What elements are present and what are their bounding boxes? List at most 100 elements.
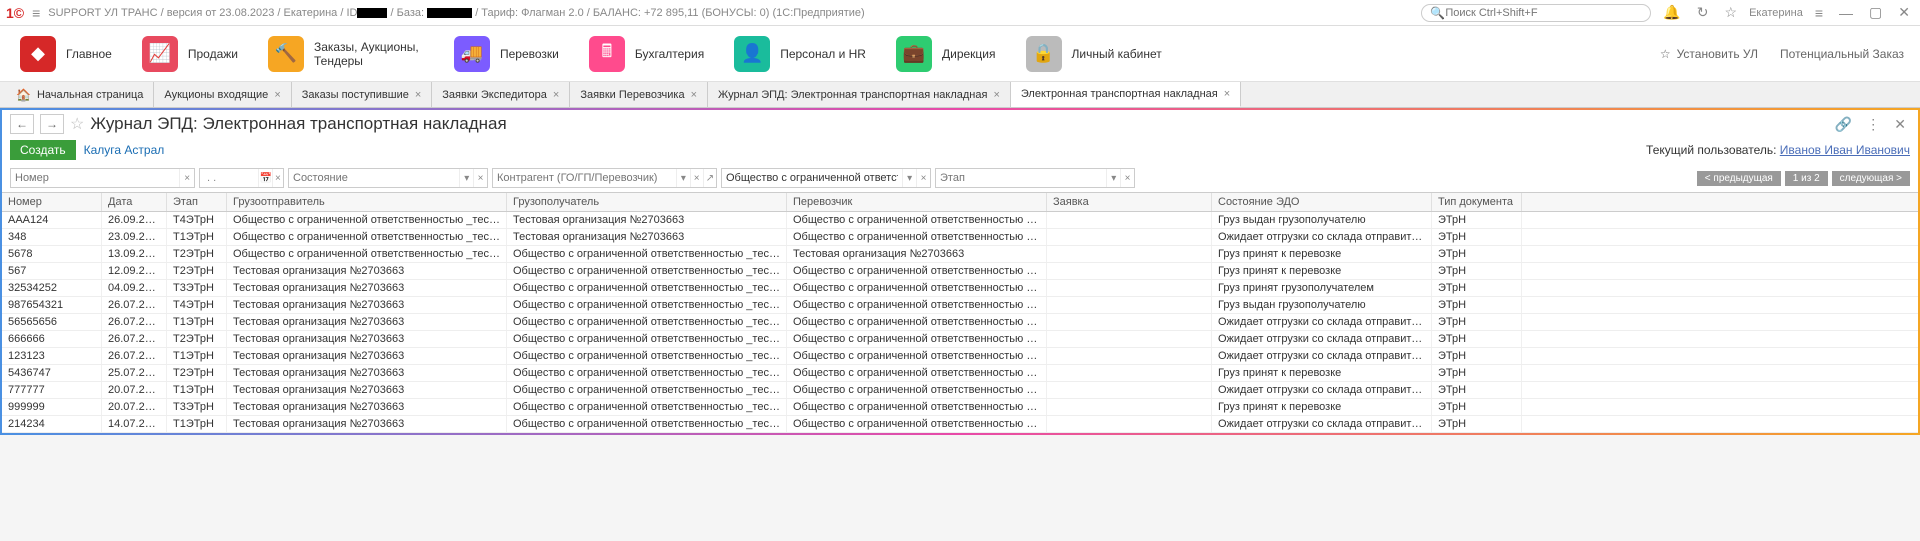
col-carrier[interactable]: Перевозчик <box>787 193 1047 211</box>
filter-date-input[interactable] <box>200 172 258 184</box>
table-row[interactable]: 34823.09.2023Т1ЭТрНОбщество с ограниченн… <box>2 229 1918 246</box>
cell-request <box>1047 382 1212 398</box>
table-row[interactable]: 99999920.07.2023Т3ЭТрНТестовая организац… <box>2 399 1918 416</box>
nav-бухгалтерия[interactable]: 🖩Бухгалтерия <box>575 32 718 76</box>
create-button[interactable]: Создать <box>10 140 76 160</box>
col-stage[interactable]: Этап <box>167 193 227 211</box>
clear-icon[interactable]: × <box>473 169 487 187</box>
table-row[interactable]: AAA12426.09.2023Т4ЭТрНОбщество с огранич… <box>2 212 1918 229</box>
nav-дирекция[interactable]: 💼Дирекция <box>882 32 1010 76</box>
install-ul-button[interactable]: ☆ Установить УЛ <box>1650 43 1768 65</box>
filter-state-input[interactable] <box>289 172 459 184</box>
open-icon[interactable]: ↗ <box>703 169 716 187</box>
filter-state[interactable]: ▾ × <box>288 168 488 188</box>
tab-журнал-эпд-электронная-транспортная-накладная[interactable]: Журнал ЭПД: Электронная транспортная нак… <box>708 82 1011 107</box>
filter-number-input[interactable] <box>11 172 179 184</box>
col-number[interactable]: Номер <box>2 193 102 211</box>
table-row[interactable]: 98765432126.07.2023Т4ЭТрНТестовая органи… <box>2 297 1918 314</box>
dropdown-icon[interactable]: ▾ <box>676 169 689 187</box>
col-shipper[interactable]: Грузоотправитель <box>227 193 507 211</box>
clear-icon[interactable]: × <box>690 169 703 187</box>
nav-forward-button[interactable]: → <box>40 114 64 134</box>
col-edo-state[interactable]: Состояние ЭДО <box>1212 193 1432 211</box>
pager-prev-button[interactable]: < предыдущая <box>1697 171 1781 186</box>
page-close-icon[interactable]: ✕ <box>1890 116 1910 133</box>
window-close-icon[interactable]: ✕ <box>1894 4 1914 21</box>
tab-close-icon[interactable]: × <box>993 89 999 101</box>
filter-counterparty-input[interactable] <box>493 172 676 184</box>
table-row[interactable]: 5656565626.07.2023Т1ЭТрНТестовая организ… <box>2 314 1918 331</box>
table-row[interactable]: 56712.09.2023Т2ЭТрНТестовая организация … <box>2 263 1918 280</box>
cell-carrier: Общество с ограниченной ответственностью… <box>787 229 1047 245</box>
filter-organization[interactable]: ▾ × <box>721 168 931 188</box>
tab-заявки-экспедитора[interactable]: Заявки Экспедитора× <box>432 82 570 107</box>
window-minimize-icon[interactable]: — <box>1835 5 1857 21</box>
kaluga-astral-link[interactable]: Калуга Астрал <box>84 143 165 157</box>
tab-close-icon[interactable]: × <box>553 89 559 101</box>
cell-carrier: Общество с ограниченной ответственностью… <box>787 263 1047 279</box>
tab-close-icon[interactable]: × <box>415 89 421 101</box>
dropdown-icon[interactable]: ▾ <box>1106 169 1120 187</box>
nav-главное[interactable]: ◆Главное <box>6 32 126 76</box>
tab-close-icon[interactable]: × <box>274 89 280 101</box>
favorite-icon[interactable]: ☆ <box>1721 4 1742 21</box>
col-doctype[interactable]: Тип документа <box>1432 193 1522 211</box>
search-input[interactable] <box>1445 7 1642 19</box>
calendar-icon[interactable]: 📅 <box>258 169 271 187</box>
clear-icon[interactable]: × <box>916 169 930 187</box>
link-icon[interactable]: 🔗 <box>1831 116 1856 133</box>
table-row[interactable]: 77777720.07.2023Т1ЭТрНТестовая организац… <box>2 382 1918 399</box>
col-consignee[interactable]: Грузополучатель <box>507 193 787 211</box>
cell-date: 13.09.2023 <box>102 246 167 262</box>
clear-icon[interactable]: × <box>272 169 283 187</box>
filter-number[interactable]: × <box>10 168 195 188</box>
tab-заказы-поступившие[interactable]: Заказы поступившие× <box>292 82 433 107</box>
more-icon[interactable]: ⋮ <box>1862 116 1884 133</box>
filter-row: × 📅 × ▾ × ▾ × ↗ ▾ × ▾ × < предыд <box>2 166 1918 192</box>
table-row[interactable]: 3253425204.09.2023Т3ЭТрНТестовая организ… <box>2 280 1918 297</box>
page-favorite-icon[interactable]: ☆ <box>70 114 84 134</box>
tab-заявки-перевозчика[interactable]: Заявки Перевозчика × <box>570 82 708 107</box>
filter-counterparty[interactable]: ▾ × ↗ <box>492 168 717 188</box>
cell-shipper: Тестовая организация №2703663 <box>227 399 507 415</box>
nav-back-button[interactable]: ← <box>10 114 34 134</box>
filter-organization-input[interactable] <box>722 172 902 184</box>
col-date[interactable]: Дата <box>102 193 167 211</box>
filter-date[interactable]: 📅 × <box>199 168 284 188</box>
table-row[interactable]: 21423414.07.2023Т1ЭТрНТестовая организац… <box>2 416 1918 433</box>
global-search[interactable]: 🔍 <box>1421 4 1651 22</box>
cell-stage: Т1ЭТрН <box>167 229 227 245</box>
tab-аукционы-входящие[interactable]: Аукционы входящие× <box>154 82 291 107</box>
nav-label: Перевозки <box>500 47 559 61</box>
nav-личный-кабинет[interactable]: 🔒Личный кабинет <box>1012 32 1176 76</box>
current-user-link[interactable]: Иванов Иван Иванович <box>1780 143 1910 157</box>
nav-заказы-аукционы-тендеры[interactable]: 🔨Заказы, Аукционы, Тендеры <box>254 32 438 76</box>
potential-order-button[interactable]: Потенциальный Заказ <box>1770 43 1914 65</box>
filter-stage-input[interactable] <box>936 172 1106 184</box>
bell-icon[interactable]: 🔔 <box>1659 4 1684 21</box>
table-row[interactable]: 12312326.07.2023Т1ЭТрНТестовая организац… <box>2 348 1918 365</box>
tab-label: Заявки Перевозчика <box>580 89 684 101</box>
cell-edo-state: Ожидает отгрузки со склада отправителя <box>1212 416 1432 432</box>
tab-close-icon[interactable]: × <box>691 89 697 101</box>
dropdown-icon[interactable]: ▾ <box>902 169 916 187</box>
history-icon[interactable]: ↻ <box>1693 4 1713 21</box>
tab-close-icon[interactable]: × <box>1224 88 1230 100</box>
settings-lines-icon[interactable]: ≡ <box>1811 5 1827 21</box>
nav-продажи[interactable]: 📈Продажи <box>128 32 252 76</box>
table-row[interactable]: 543674725.07.2023Т2ЭТрНТестовая организа… <box>2 365 1918 382</box>
nav-перевозки[interactable]: 🚚Перевозки <box>440 32 573 76</box>
clear-icon[interactable]: × <box>179 169 194 187</box>
col-request[interactable]: Заявка <box>1047 193 1212 211</box>
menu-burger-icon[interactable]: ≡ <box>32 5 40 21</box>
pager-next-button[interactable]: следующая > <box>1832 171 1910 186</box>
table-row[interactable]: 66666626.07.2023Т2ЭТрНТестовая организац… <box>2 331 1918 348</box>
dropdown-icon[interactable]: ▾ <box>459 169 473 187</box>
clear-icon[interactable]: × <box>1120 169 1134 187</box>
tab-электронная-транспортная-накладная[interactable]: Электронная транспортная накладная× <box>1011 82 1241 107</box>
table-row[interactable]: 567813.09.2023Т2ЭТрНОбщество с ограничен… <box>2 246 1918 263</box>
nav-персонал-и-hr[interactable]: 👤Персонал и HR <box>720 32 880 76</box>
tab-начальная-страница[interactable]: 🏠Начальная страница <box>6 82 154 107</box>
window-maximize-icon[interactable]: ▢ <box>1865 4 1886 21</box>
filter-stage[interactable]: ▾ × <box>935 168 1135 188</box>
